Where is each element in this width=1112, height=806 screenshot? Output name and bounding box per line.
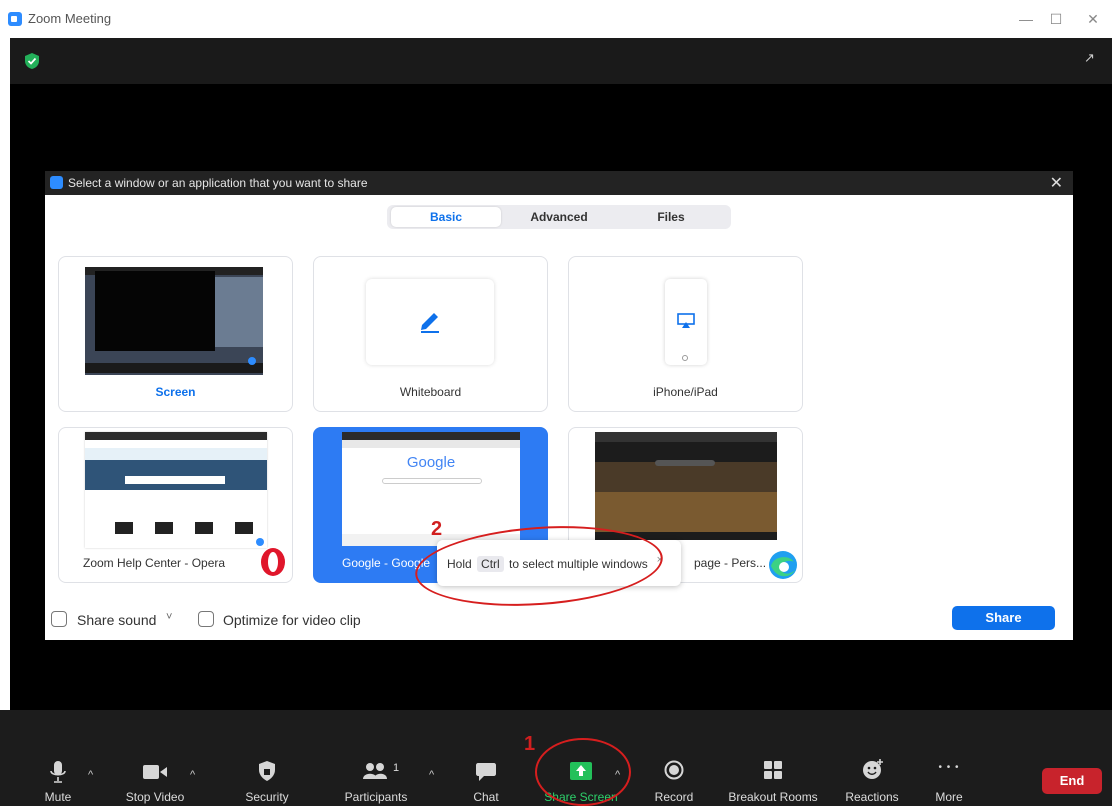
opera-window-thumbnail	[85, 432, 267, 548]
window-title: Zoom Meeting	[28, 11, 112, 26]
breakout-rooms-grid-icon	[764, 761, 782, 779]
fullscreen-icon[interactable]: ↗	[1084, 50, 1102, 68]
chat-button[interactable]: Chat	[464, 754, 508, 804]
annotation-number-2: 2	[431, 518, 443, 540]
pencil-icon	[421, 313, 439, 333]
more-button[interactable]: • • • More	[928, 754, 970, 804]
opera-window-label: Zoom Help Center - Opera	[83, 556, 226, 570]
more-label: More	[935, 790, 963, 804]
more-dots-icon: • • •	[938, 762, 960, 773]
share-option-whiteboard[interactable]: Whiteboard	[313, 256, 548, 412]
breakout-rooms-button[interactable]: Breakout Rooms	[720, 754, 826, 804]
share-sound-chevron-down-icon[interactable]: ˅	[166, 611, 172, 623]
share-sound-checkbox[interactable]	[51, 611, 67, 627]
tab-advanced[interactable]: Advanced	[504, 207, 614, 227]
edge-window-thumbnail	[595, 432, 777, 540]
video-options-chevron-up-icon[interactable]: ^	[190, 769, 195, 781]
security-label: Security	[245, 790, 289, 804]
encryption-shield-icon[interactable]	[24, 52, 40, 70]
breakout-rooms-label: Breakout Rooms	[728, 790, 818, 804]
stop-video-label: Stop Video	[125, 790, 185, 804]
participants-button[interactable]: 1 Participants	[335, 754, 417, 804]
mute-label: Mute	[44, 790, 72, 804]
record-icon	[664, 760, 684, 780]
maximize-button[interactable]: ☐	[1045, 8, 1067, 30]
record-button[interactable]: Record	[647, 754, 701, 804]
edge-window-label: page - Pers...	[694, 556, 767, 570]
zoom-dialog-icon	[50, 176, 63, 189]
annotation-ellipse-share-screen	[535, 738, 631, 806]
airplay-icon	[677, 313, 695, 328]
minimize-button[interactable]: —	[1015, 8, 1037, 30]
security-shield-icon	[259, 761, 275, 781]
whiteboard-thumbnail	[366, 279, 494, 365]
video-camera-icon	[143, 765, 167, 779]
phone-thumbnail	[665, 279, 707, 365]
meeting-top-strip: ↗	[10, 38, 1112, 84]
microphone-icon	[50, 761, 66, 783]
mute-button[interactable]: Mute	[30, 754, 86, 804]
optimize-video-label: Optimize for video clip	[223, 612, 361, 628]
participants-icon	[363, 763, 387, 779]
annotation-number-1: 1	[524, 733, 536, 755]
share-tabs: Basic Advanced Files	[387, 205, 731, 229]
google-thumb-logo: Google	[406, 454, 456, 471]
share-button[interactable]: Share	[952, 606, 1055, 630]
chat-bubble-icon	[476, 763, 496, 781]
share-dialog-title-bar: Select a window or an application that y…	[45, 171, 1073, 195]
screen-thumbnail	[85, 267, 263, 375]
participants-count: 1	[393, 762, 400, 774]
security-button[interactable]: Security	[230, 754, 304, 804]
participants-label: Participants	[344, 790, 408, 804]
reactions-smiley-icon	[863, 759, 883, 779]
reactions-button[interactable]: Reactions	[838, 754, 906, 804]
zoom-window: Zoom Meeting — ☐ ✕ ↗ Select a window or …	[0, 0, 1112, 806]
share-option-opera-window[interactable]: Zoom Help Center - Opera	[58, 427, 293, 583]
optimize-video-checkbox[interactable]	[198, 611, 214, 627]
end-meeting-button[interactable]: End	[1042, 768, 1102, 794]
audio-options-chevron-up-icon[interactable]: ^	[88, 769, 93, 781]
iphone-ipad-label: iPhone/iPad	[653, 385, 718, 399]
share-option-iphone-ipad[interactable]: iPhone/iPad	[568, 256, 803, 412]
screen-label: Screen	[155, 385, 196, 399]
title-bar: Zoom Meeting — ☐ ✕	[0, 0, 1112, 38]
chat-label: Chat	[473, 790, 499, 804]
stop-video-button[interactable]: Stop Video	[115, 754, 195, 804]
tab-files[interactable]: Files	[616, 207, 726, 227]
tab-basic[interactable]: Basic	[391, 207, 501, 227]
close-button[interactable]: ✕	[1082, 8, 1104, 30]
participants-options-chevron-up-icon[interactable]: ^	[429, 769, 434, 781]
dialog-close-icon[interactable]: ✕	[1050, 173, 1063, 193]
edge-logo-icon	[769, 551, 797, 579]
reactions-label: Reactions	[845, 790, 899, 804]
share-option-screen[interactable]: Screen	[58, 256, 293, 412]
share-sound-label: Share sound	[77, 612, 157, 628]
share-dialog-title: Select a window or an application that y…	[68, 176, 368, 190]
opera-logo-icon	[261, 548, 285, 576]
record-label: Record	[654, 790, 694, 804]
zoom-app-icon	[8, 12, 22, 26]
whiteboard-label: Whiteboard	[399, 385, 462, 399]
